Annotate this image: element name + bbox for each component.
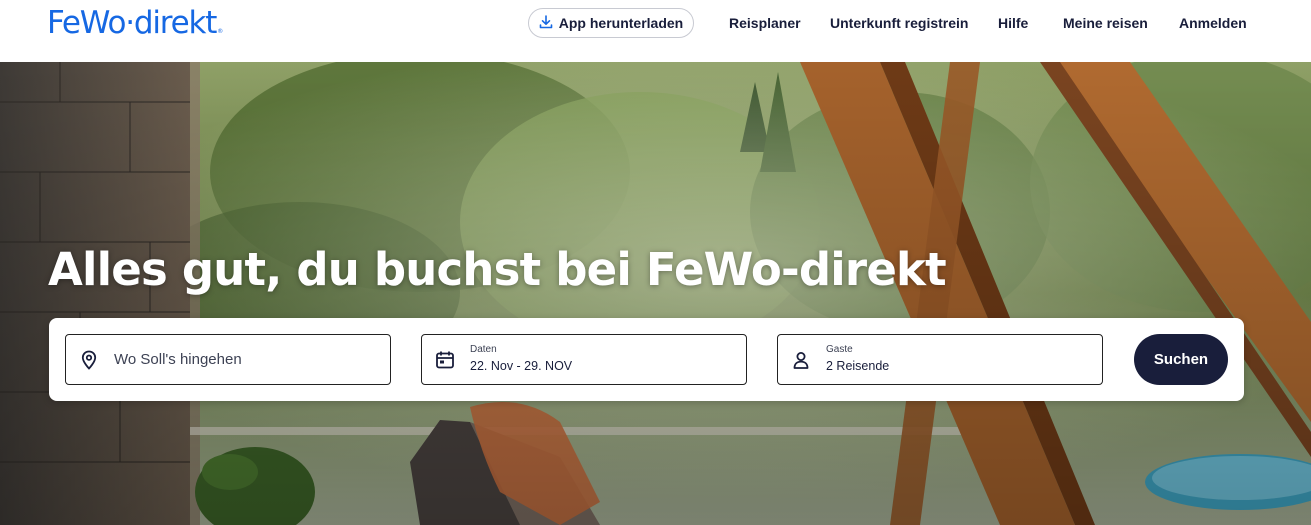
destination-input[interactable]: Wo Soll's hingehen [65, 334, 391, 385]
dates-label: Daten [470, 344, 497, 355]
hero-headline: Alles gut, du buchst bei FeWo-direkt [48, 243, 947, 296]
nav-reiseplaner-link[interactable]: Reisplaner [729, 14, 801, 32]
logo-text: FeWo·direkt [47, 5, 217, 41]
download-icon [539, 14, 553, 32]
person-icon [790, 349, 812, 371]
dates-value: 22. Nov - 29. NOV [470, 359, 573, 373]
guests-field[interactable]: Gaste 2 Reisende [777, 334, 1103, 385]
download-app-button[interactable]: App herunterladen [528, 8, 694, 38]
guests-label: Gaste [826, 344, 853, 355]
guests-value: 2 Reisende [826, 359, 890, 373]
nav-register-property-link[interactable]: Unterkunft registrein [830, 14, 968, 32]
nav-my-trips-link[interactable]: Meine reisen [1063, 14, 1148, 32]
fewo-direkt-logo[interactable]: FeWo·direkt® [47, 2, 224, 44]
nav-login-link[interactable]: Anmelden [1179, 14, 1247, 32]
calendar-icon [434, 349, 456, 371]
hero-section: Alles gut, du buchst bei FeWo-direkt Wo … [0, 62, 1311, 525]
destination-placeholder: Wo Soll's hingehen [114, 351, 242, 368]
search-button[interactable]: Suchen [1134, 334, 1228, 385]
dates-field[interactable]: Daten 22. Nov - 29. NOV [421, 334, 747, 385]
location-pin-icon [78, 349, 100, 371]
nav-help-link[interactable]: Hilfe [998, 14, 1028, 32]
search-panel: Wo Soll's hingehen Daten 22. Nov - 29. N… [49, 318, 1244, 401]
top-header: FeWo·direkt® App herunterladen Reisplane… [0, 0, 1311, 62]
registered-mark: ® [217, 28, 224, 35]
download-app-label: App herunterladen [558, 15, 684, 31]
